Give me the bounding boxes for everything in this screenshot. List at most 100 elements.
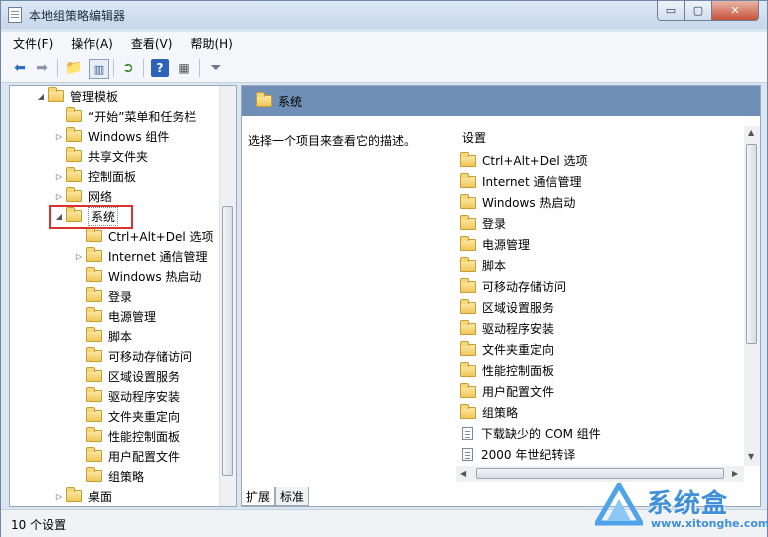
tree-item[interactable]: 脚本 xyxy=(74,326,132,346)
tree-item[interactable]: ▷ Windows 组件 xyxy=(54,126,169,146)
maximize-button[interactable]: ▢ xyxy=(684,1,712,21)
toolbar: ⬅ ➡ 📁 ▥ ➲ ? ▦ ⏷ xyxy=(1,54,767,83)
list-item[interactable]: 登录 xyxy=(458,213,506,234)
list-item[interactable]: 文件夹重定向 xyxy=(458,339,554,360)
expand-icon[interactable]: ▷ xyxy=(54,132,64,141)
settings-vscrollbar[interactable]: ▲ ▼ xyxy=(744,126,760,466)
expand-icon[interactable]: ▷ xyxy=(74,252,84,261)
filter-icon[interactable]: ⏷ xyxy=(207,59,225,77)
list-item-label: 文件夹重定向 xyxy=(482,343,555,357)
tree-item[interactable]: 可移动存储访问 xyxy=(74,346,192,366)
tree-item[interactable]: ▷ 网络 xyxy=(54,186,112,206)
tree-label: Windows 热启动 xyxy=(108,269,202,284)
folder-icon xyxy=(66,147,82,162)
tree-item[interactable]: 用户配置文件 xyxy=(74,446,180,466)
tree-label: 网络 xyxy=(88,189,113,204)
list-item[interactable]: 可移动存储访问 xyxy=(458,276,566,297)
tree-item[interactable]: 性能控制面板 xyxy=(74,426,180,446)
list-item[interactable]: 性能控制面板 xyxy=(458,360,554,381)
list-item[interactable]: 用户配置文件 xyxy=(458,381,554,402)
list-item[interactable]: 电源管理 xyxy=(458,234,530,255)
collapse-icon[interactable]: ◢ xyxy=(36,92,46,101)
tree-item[interactable]: 组策略 xyxy=(74,466,144,486)
menu-help[interactable]: 帮助(H) xyxy=(178,35,238,52)
show-hide-tree-icon[interactable]: ▥ xyxy=(89,59,109,79)
details-header-title: 系统 xyxy=(278,95,303,109)
folder-icon xyxy=(460,382,476,398)
properties-icon[interactable]: ▦ xyxy=(175,59,193,77)
folder-icon xyxy=(86,327,102,342)
tree-item[interactable]: Ctrl+Alt+Del 选项 xyxy=(74,226,213,246)
menu-bar: 文件(F) 操作(A) 查看(V) 帮助(H) xyxy=(1,32,767,54)
list-item[interactable]: 区域设置服务 xyxy=(458,297,554,318)
expand-icon[interactable]: ▷ xyxy=(54,492,64,501)
tree-item[interactable]: 区域设置服务 xyxy=(74,366,180,386)
tree-item[interactable]: ▷ 控制面板 xyxy=(54,166,136,186)
list-item[interactable]: 下载缺少的 COM 组件 xyxy=(458,423,601,444)
folder-icon xyxy=(460,151,476,167)
tree-item[interactable]: 电源管理 xyxy=(74,306,156,326)
expand-icon[interactable]: ▷ xyxy=(54,192,64,201)
list-item-label: Ctrl+Alt+Del 选项 xyxy=(482,154,588,168)
up-folder-icon[interactable]: 📁 xyxy=(65,59,83,77)
list-item[interactable]: 驱动程序安装 xyxy=(458,318,554,339)
details-pane: 系统 选择一个项目来查看它的描述。 设置 Ctrl+Alt+Del 选项 Int… xyxy=(241,85,761,507)
list-item-label: 用户配置文件 xyxy=(482,385,555,399)
scroll-up-icon[interactable]: ▲ xyxy=(748,128,754,137)
folder-icon xyxy=(66,487,82,502)
watermark-url: www.xitonghe.com xyxy=(651,517,768,530)
back-icon[interactable]: ⬅ xyxy=(11,59,29,77)
tree-label: 区域设置服务 xyxy=(108,369,181,384)
help-icon[interactable]: ? xyxy=(151,59,169,77)
tree-scrollbar[interactable] xyxy=(219,86,236,506)
details-header: 系统 xyxy=(242,86,760,116)
tree-item[interactable]: ◢ 管理模板 xyxy=(36,86,118,106)
tree-item[interactable]: 驱动程序安装 xyxy=(74,386,180,406)
title-bar[interactable]: 本地组策略编辑器 ▭ ▢ ✕ xyxy=(1,1,767,29)
expand-icon[interactable]: ▷ xyxy=(54,172,64,181)
tree-item[interactable]: 共享文件夹 xyxy=(54,146,148,166)
folder-icon xyxy=(460,235,476,251)
list-item[interactable]: 2000 年世纪转译 xyxy=(458,444,575,465)
folder-icon xyxy=(460,172,476,188)
tree-item[interactable]: 文件夹重定向 xyxy=(74,406,180,426)
tree-label: 用户配置文件 xyxy=(108,449,181,464)
menu-file[interactable]: 文件(F) xyxy=(1,35,59,52)
tree-item[interactable]: ▷ 桌面 xyxy=(54,486,112,506)
export-list-icon[interactable]: ➲ xyxy=(119,59,137,77)
list-item[interactable]: 组策略 xyxy=(458,402,518,423)
list-item-label: Windows 热启动 xyxy=(482,196,576,210)
maximize-icon: ▢ xyxy=(692,4,704,17)
list-item[interactable]: 脚本 xyxy=(458,255,506,276)
tree-scroll-thumb[interactable] xyxy=(222,206,233,476)
tree-pane[interactable]: ◢ 管理模板 “开始”菜单和任务栏 ▷ Windows 组件 共享文件夹 ▷ 控制面板… xyxy=(9,85,237,507)
list-item[interactable]: Windows 热启动 xyxy=(458,192,575,213)
menu-action[interactable]: 操作(A) xyxy=(59,35,119,52)
policy-setting-icon xyxy=(462,448,473,461)
menu-view[interactable]: 查看(V) xyxy=(119,35,179,52)
folder-icon xyxy=(86,387,102,402)
folder-icon xyxy=(256,92,272,107)
tree-item[interactable]: Windows 热启动 xyxy=(74,266,201,286)
column-header-setting[interactable]: 设置 xyxy=(456,126,742,148)
forward-icon[interactable]: ➡ xyxy=(33,59,51,77)
settings-vscroll-thumb[interactable] xyxy=(746,144,757,344)
close-button[interactable]: ✕ xyxy=(711,1,759,21)
list-item-label: 驱动程序安装 xyxy=(482,322,555,336)
scroll-left-icon[interactable]: ◀ xyxy=(460,469,466,478)
list-item-label: 下载缺少的 COM 组件 xyxy=(481,427,601,441)
tree-item[interactable]: ▷ Internet 通信管理 xyxy=(74,246,207,266)
red-highlight-box xyxy=(49,205,133,229)
tree-item[interactable]: “开始”菜单和任务栏 xyxy=(54,106,196,126)
tree-item[interactable]: 登录 xyxy=(74,286,132,306)
tab-extended[interactable]: 扩展 xyxy=(241,487,276,506)
tab-standard[interactable]: 标准 xyxy=(275,487,310,506)
scroll-down-icon[interactable]: ▼ xyxy=(748,452,754,461)
list-item[interactable]: Ctrl+Alt+Del 选项 xyxy=(458,150,587,171)
column-header-label: 设置 xyxy=(462,130,487,145)
minimize-button[interactable]: ▭ xyxy=(657,1,685,21)
tree-label: 管理模板 xyxy=(70,89,119,104)
list-item[interactable]: Internet 通信管理 xyxy=(458,171,581,192)
tree-label: 驱动程序安装 xyxy=(108,389,181,404)
folder-icon xyxy=(460,256,476,272)
